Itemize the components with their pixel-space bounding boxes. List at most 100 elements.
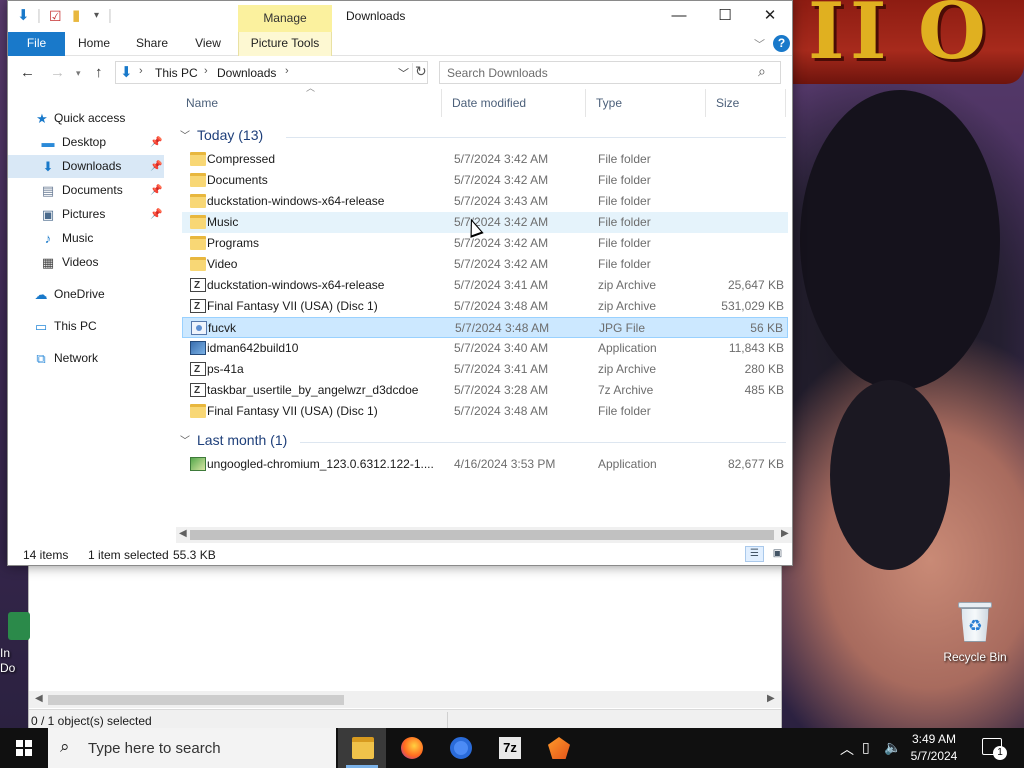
- address-bar[interactable]: ⬇ › This PC › Downloads › ﹀ ↻: [115, 61, 428, 84]
- windows-logo-icon: [16, 740, 32, 756]
- file-row[interactable]: ungoogled-chromium_123.0.6312.122-1.... 4…: [182, 454, 788, 475]
- start-button[interactable]: [0, 728, 48, 768]
- taskbar: ⌕ Type here to search 7z ︿ ▯ 🔈 3:49 AM 5…: [0, 728, 1024, 768]
- scroll-thumb[interactable]: [190, 530, 774, 540]
- taskbar-firefox[interactable]: [387, 728, 435, 768]
- background-horizontal-scrollbar[interactable]: ◀ ▶: [29, 691, 781, 708]
- installer-icon: [190, 457, 206, 471]
- taskbar-search-input[interactable]: Type here to search: [88, 740, 221, 757]
- file-row[interactable]: Documents 5/7/2024 3:42 AM File folder: [182, 170, 788, 191]
- file-explorer-window[interactable]: ⬇ | ☑ ▮ ▾ | Manage Downloads — ☐ ✕ File …: [7, 0, 793, 566]
- file-row[interactable]: Compressed 5/7/2024 3:42 AM File folder: [182, 149, 788, 170]
- column-header-type[interactable]: Type: [586, 89, 706, 117]
- partial-desktop-icon[interactable]: In Do: [0, 612, 30, 676]
- breadcrumb-this-pc[interactable]: This PC: [155, 66, 198, 80]
- scroll-left-arrow-icon[interactable]: ◀: [179, 528, 187, 539]
- nav-item-documents[interactable]: ▤ Documents 📌: [8, 179, 164, 202]
- large-icons-view-icon[interactable]: ▣: [768, 546, 787, 562]
- details-view-icon[interactable]: ☰: [745, 546, 764, 562]
- scroll-thumb[interactable]: [48, 695, 344, 705]
- file-row[interactable]: Final Fantasy VII (USA) (Disc 1) 5/7/2024…: [182, 401, 788, 422]
- nav-item-videos[interactable]: ▦ Videos: [8, 251, 164, 274]
- nav-item-network[interactable]: ⧉ Network: [8, 347, 164, 370]
- taskbar-file-explorer[interactable]: [338, 728, 386, 768]
- notification-center-icon[interactable]: 1: [982, 738, 1007, 760]
- nav-item-quick-access[interactable]: ★ Quick access: [8, 107, 164, 130]
- minimize-button[interactable]: —: [656, 1, 702, 32]
- scroll-right-arrow-icon[interactable]: ▶: [781, 528, 789, 539]
- title-bar[interactable]: ⬇ | ☑ ▮ ▾ | Manage Downloads — ☐ ✕: [8, 1, 792, 32]
- new-folder-icon[interactable]: ▮: [72, 7, 80, 25]
- file-date-modified: 5/7/2024 3:43 AM: [454, 194, 549, 208]
- pin-icon[interactable]: 📌: [150, 179, 162, 202]
- nav-item-desktop[interactable]: ▬ Desktop 📌: [8, 131, 164, 154]
- recycle-bin-desktop-icon[interactable]: ♻ Recycle Bin: [938, 600, 1012, 664]
- column-header-name[interactable]: Name: [176, 89, 442, 117]
- close-button[interactable]: ✕: [747, 1, 793, 32]
- breadcrumb-chevron-icon[interactable]: ›: [139, 65, 143, 77]
- file-type: File folder: [598, 236, 651, 250]
- manage-context-tab[interactable]: Manage: [238, 5, 332, 32]
- file-row[interactable]: fucvk 5/7/2024 3:48 AM JPG File 56 KB: [182, 317, 788, 338]
- taskbar-search-box[interactable]: ⌕ Type here to search: [48, 728, 336, 768]
- tab-picture-tools[interactable]: Picture Tools: [238, 32, 332, 56]
- file-row[interactable]: Music 5/7/2024 3:42 AM File folder: [182, 212, 788, 233]
- expand-ribbon-chevron-icon[interactable]: ﹀: [754, 36, 765, 52]
- breadcrumb-chevron-icon[interactable]: ›: [285, 65, 289, 77]
- breadcrumb-chevron-icon[interactable]: ›: [204, 65, 208, 77]
- recycle-bin-label: Recycle Bin: [943, 650, 1007, 664]
- show-hidden-icons-chevron-icon[interactable]: ︿: [840, 739, 854, 759]
- file-row[interactable]: Programs 5/7/2024 3:42 AM File folder: [182, 233, 788, 254]
- taskbar-7zip[interactable]: 7z: [485, 728, 533, 768]
- file-row[interactable]: Final Fantasy VII (USA) (Disc 1) 5/7/2024…: [182, 296, 788, 317]
- customize-quick-access-icon[interactable]: ▾: [94, 7, 99, 25]
- collapse-chevron-icon[interactable]: ﹀: [180, 127, 190, 142]
- pin-icon[interactable]: 📌: [150, 155, 162, 178]
- volume-muted-icon[interactable]: 🔈: [884, 739, 901, 756]
- back-arrow-icon[interactable]: ←: [20, 64, 35, 81]
- file-row[interactable]: idman642build10 5/7/2024 3:40 AM Applicati…: [182, 338, 788, 359]
- nav-item-pictures[interactable]: ▣ Pictures 📌: [8, 203, 164, 226]
- taskbar-app[interactable]: [534, 728, 582, 768]
- file-row[interactable]: ps-41a 5/7/2024 3:41 AM zip Archive 280 KB: [182, 359, 788, 380]
- tab-share[interactable]: Share: [128, 32, 176, 56]
- pin-icon[interactable]: 📌: [150, 131, 162, 154]
- help-icon[interactable]: ?: [773, 35, 790, 52]
- taskbar-chrome[interactable]: [436, 728, 484, 768]
- file-row[interactable]: taskbar_usertile_by_angelwzr_d3dcdoe 5/7/…: [182, 380, 788, 401]
- nav-item-downloads[interactable]: ⬇ Downloads 📌: [8, 155, 164, 178]
- network-tray-icon[interactable]: ▯: [862, 739, 870, 756]
- column-header-date-modified[interactable]: Date modified: [442, 89, 586, 117]
- search-box[interactable]: Search Downloads ⌕: [439, 61, 781, 84]
- column-header-size[interactable]: Size: [706, 89, 786, 117]
- forward-arrow-icon[interactable]: →: [50, 64, 65, 81]
- file-row[interactable]: duckstation-windows-x64-release 5/7/2024 …: [182, 191, 788, 212]
- nav-item-label: Desktop: [62, 135, 107, 149]
- horizontal-scrollbar[interactable]: ◀ ▶: [176, 527, 792, 543]
- scroll-left-arrow-icon[interactable]: ◀: [35, 693, 43, 704]
- properties-icon[interactable]: ☑: [49, 7, 62, 25]
- tab-view[interactable]: View: [184, 32, 232, 56]
- group-header-last-month[interactable]: ﹀ Last month (1): [176, 430, 788, 452]
- group-header-today[interactable]: ﹀ Today (13): [176, 125, 788, 147]
- collapse-chevron-icon[interactable]: ﹀: [180, 432, 190, 447]
- nav-item-label: OneDrive: [54, 287, 105, 301]
- maximize-button[interactable]: ☐: [702, 1, 748, 32]
- file-row[interactable]: duckstation-windows-x64-release 5/7/2024 …: [182, 275, 788, 296]
- address-dropdown-chevron-icon[interactable]: ﹀: [398, 65, 409, 81]
- scroll-right-arrow-icon[interactable]: ▶: [767, 693, 775, 704]
- nav-item-onedrive[interactable]: ☁ OneDrive: [8, 283, 164, 306]
- nav-item-this-pc[interactable]: ▭ This PC: [8, 315, 164, 338]
- navigation-bar: ← → ▾ ↑ ⬇ › This PC › Downloads › ﹀ ↻ Se…: [8, 58, 792, 88]
- recent-locations-chevron-icon[interactable]: ▾: [76, 68, 81, 79]
- search-input[interactable]: Search Downloads: [447, 66, 548, 80]
- system-clock[interactable]: 3:49 AM 5/7/2024: [904, 731, 964, 765]
- refresh-icon[interactable]: ↻: [412, 63, 428, 80]
- file-row[interactable]: Video 5/7/2024 3:42 AM File folder: [182, 254, 788, 275]
- pin-icon[interactable]: 📌: [150, 203, 162, 226]
- breadcrumb-downloads[interactable]: Downloads: [217, 66, 276, 80]
- nav-item-music[interactable]: ♪ Music: [8, 227, 164, 250]
- up-arrow-icon[interactable]: ↑: [95, 64, 103, 81]
- tab-home[interactable]: Home: [70, 32, 118, 56]
- tab-file[interactable]: File: [8, 32, 65, 56]
